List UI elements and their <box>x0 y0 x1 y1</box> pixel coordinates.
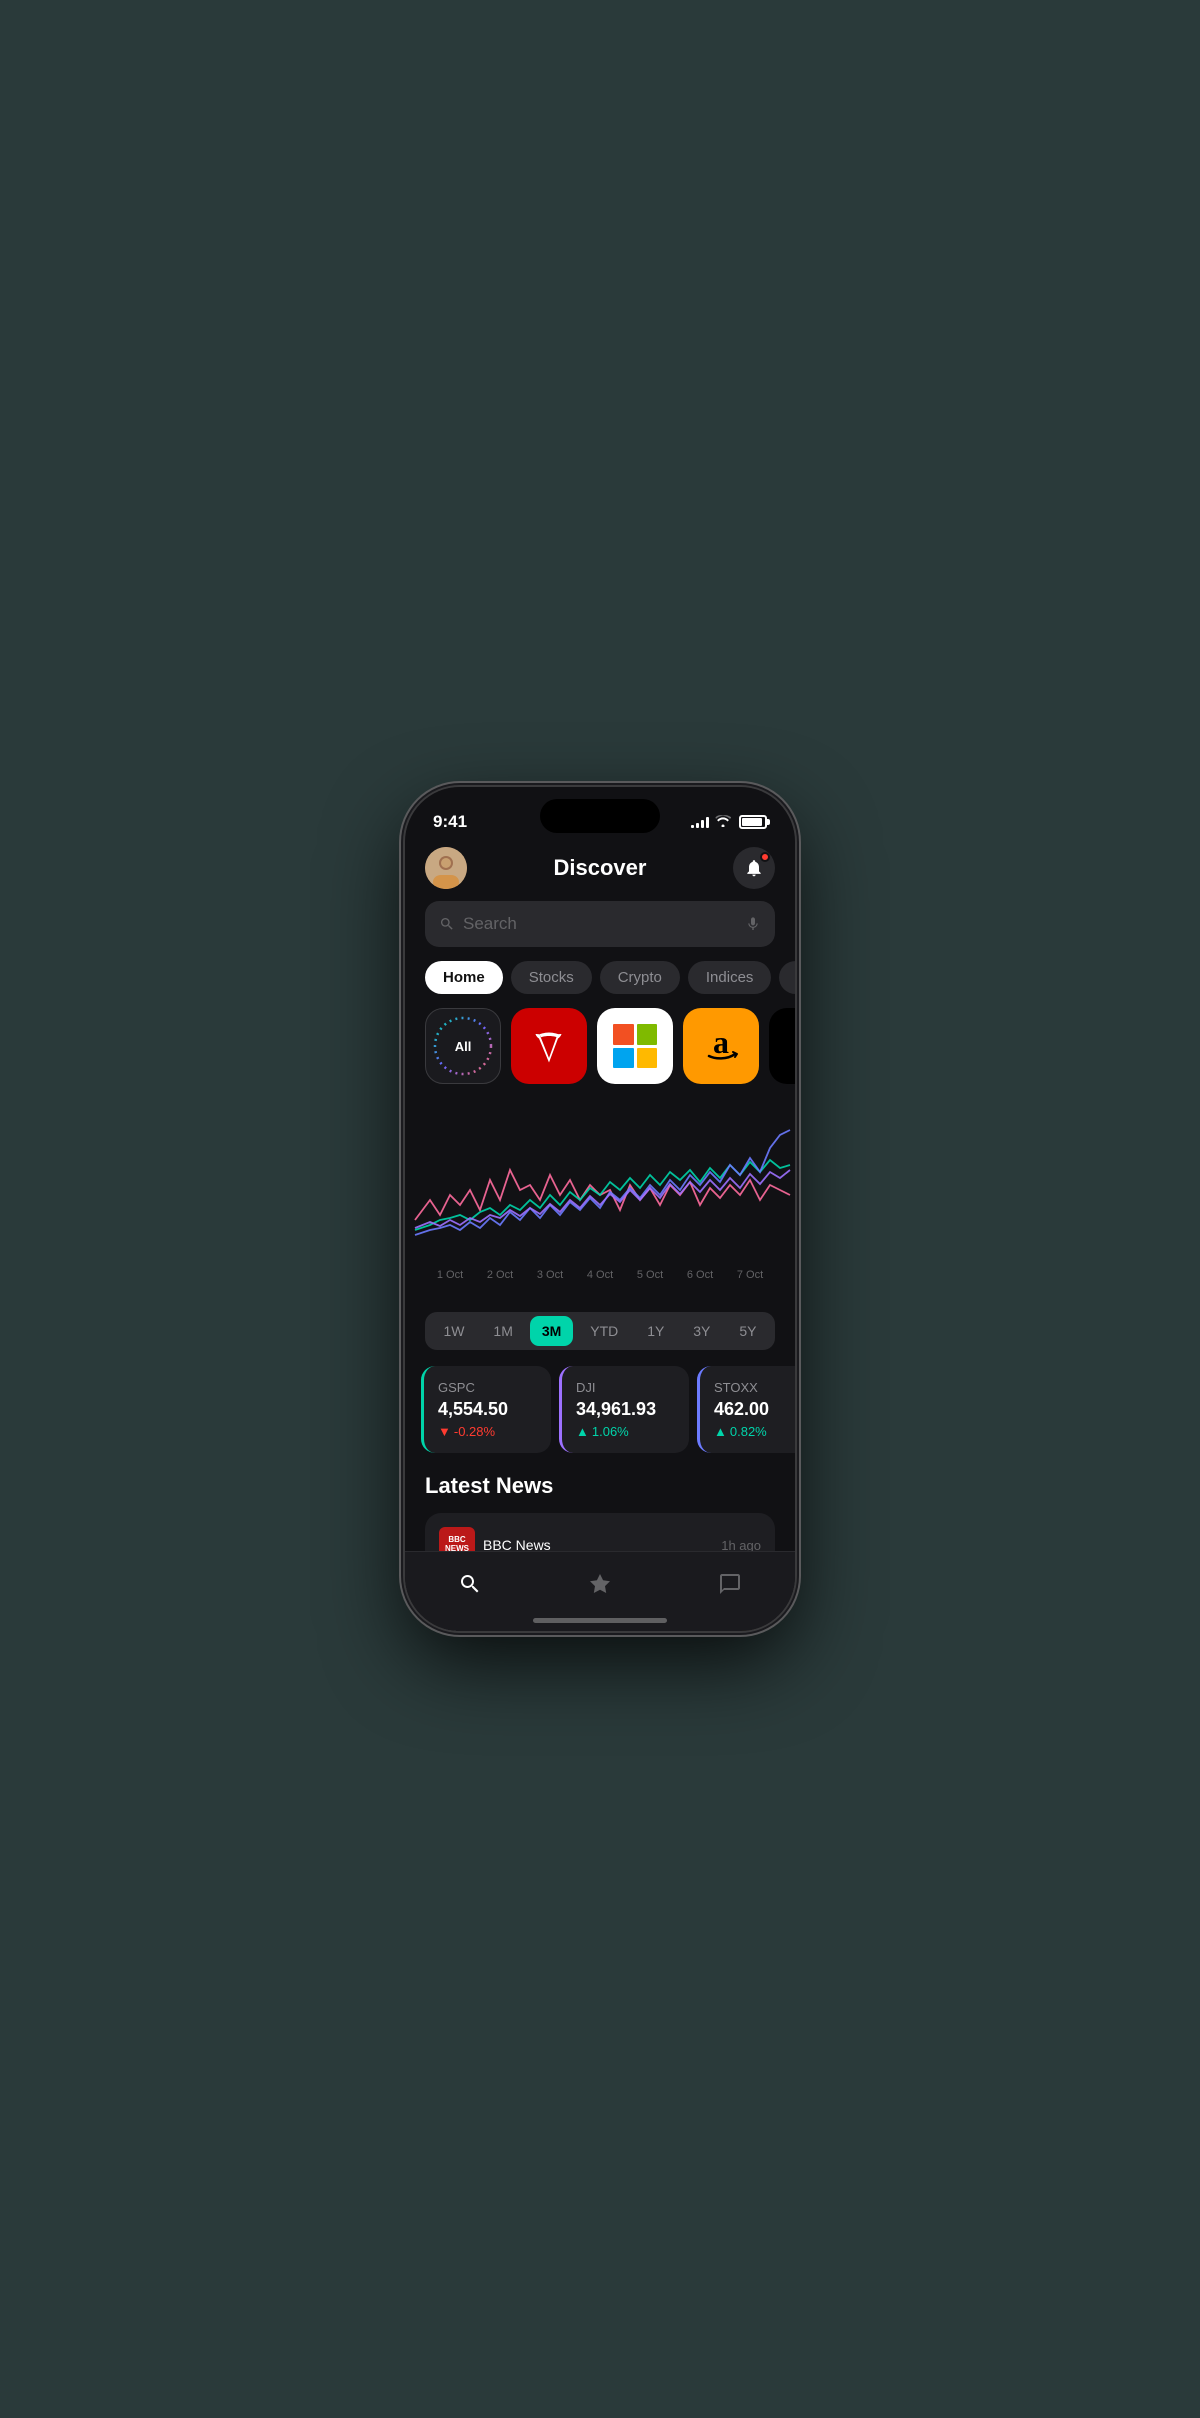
home-indicator <box>533 1618 667 1623</box>
amazon-logo: a <box>697 1022 745 1070</box>
stock-chart: 1 Oct 2 Oct 3 Oct 4 Oct 5 Oct 6 Oct 7 Oc… <box>405 1100 795 1300</box>
search-bar[interactable]: Search <box>425 901 775 947</box>
stat-change-dji: ▲ 1.06% <box>576 1424 675 1439</box>
wifi-icon <box>715 814 731 830</box>
stat-card-gspc[interactable]: GSPC 4,554.50 ▼ -0.28% <box>421 1366 551 1453</box>
chart-label-2: 2 Oct <box>487 1269 513 1281</box>
svg-text:a: a <box>713 1024 729 1060</box>
nav-messages[interactable] <box>698 1564 762 1604</box>
phone-frame: 9:41 <box>405 787 795 1631</box>
time-btn-3y[interactable]: 3Y <box>681 1316 722 1346</box>
stat-ticker-dji: DJI <box>576 1380 675 1395</box>
battery-icon <box>739 815 767 829</box>
microphone-icon[interactable] <box>745 916 761 932</box>
stock-icon-tesla[interactable] <box>511 1008 587 1084</box>
avatar[interactable] <box>425 847 467 889</box>
tab-home[interactable]: Home <box>425 961 503 994</box>
filter-tabs: Home Stocks Crypto Indices Forex <box>405 961 795 1008</box>
time-btn-1y[interactable]: 1Y <box>635 1316 676 1346</box>
stock-icon-amazon[interactable]: a <box>683 1008 759 1084</box>
bell-icon <box>744 858 764 878</box>
chart-label-5: 5 Oct <box>637 1269 663 1281</box>
time-btn-1m[interactable]: 1M <box>481 1316 524 1346</box>
chart-label-4: 4 Oct <box>587 1269 613 1281</box>
chart-date-labels: 1 Oct 2 Oct 3 Oct 4 Oct 5 Oct 6 Oct 7 Oc… <box>405 1265 795 1281</box>
chart-label-1: 1 Oct <box>437 1269 463 1281</box>
search-nav-icon <box>458 1572 482 1596</box>
nav-watchlist[interactable] <box>568 1564 632 1604</box>
time-btn-5y[interactable]: 5Y <box>727 1316 768 1346</box>
chart-label-7: 7 Oct <box>737 1269 763 1281</box>
market-stats: GSPC 4,554.50 ▼ -0.28% DJI 34,961.93 ▲ 1… <box>405 1362 795 1457</box>
phone-screen: 9:41 <box>405 787 795 1631</box>
all-label: All <box>455 1039 472 1054</box>
chart-label-6: 6 Oct <box>687 1269 713 1281</box>
time-btn-1w[interactable]: 1W <box>431 1316 476 1346</box>
dynamic-island <box>540 799 660 833</box>
stat-value-dji: 34,961.93 <box>576 1399 675 1420</box>
stat-change-stoxx: ▲ 0.82% <box>714 1424 795 1439</box>
main-content: Discover Search <box>405 841 795 1631</box>
tesla-logo <box>527 1024 571 1068</box>
tab-indices[interactable]: Indices <box>688 961 772 994</box>
notification-button[interactable] <box>733 847 775 889</box>
bottom-nav <box>405 1551 795 1631</box>
chart-label-3: 3 Oct <box>537 1269 563 1281</box>
nav-search[interactable] <box>438 1564 502 1604</box>
stat-ticker-gspc: GSPC <box>438 1380 537 1395</box>
tab-stocks[interactable]: Stocks <box>511 961 592 994</box>
tab-forex[interactable]: Forex <box>779 961 795 994</box>
stock-icon-all[interactable]: All <box>425 1008 501 1084</box>
stat-card-stoxx[interactable]: STOXX 462.00 ▲ 0.82% <box>697 1366 795 1453</box>
stat-value-gspc: 4,554.50 <box>438 1399 537 1420</box>
stat-value-stoxx: 462.00 <box>714 1399 795 1420</box>
signal-strength-icon <box>691 816 709 828</box>
time-selector: 1W 1M 3M YTD 1Y 3Y 5Y <box>425 1312 775 1350</box>
tab-crypto[interactable]: Crypto <box>600 961 680 994</box>
status-time: 9:41 <box>433 812 467 832</box>
status-icons <box>691 814 767 830</box>
chart-svg <box>405 1100 795 1260</box>
page-title: Discover <box>554 855 647 881</box>
search-placeholder: Search <box>463 914 737 934</box>
search-icon <box>439 916 455 932</box>
stat-card-dji[interactable]: DJI 34,961.93 ▲ 1.06% <box>559 1366 689 1453</box>
time-btn-ytd[interactable]: YTD <box>578 1316 630 1346</box>
notification-badge <box>760 852 770 862</box>
microsoft-logo <box>613 1024 657 1068</box>
stat-ticker-stoxx: STOXX <box>714 1380 795 1395</box>
apple-logo <box>787 1026 795 1066</box>
message-nav-icon <box>718 1572 742 1596</box>
time-btn-3m[interactable]: 3M <box>530 1316 573 1346</box>
latest-news-title: Latest News <box>425 1473 775 1499</box>
stat-change-gspc: ▼ -0.28% <box>438 1424 537 1439</box>
page-header: Discover <box>405 841 795 901</box>
stock-icon-microsoft[interactable] <box>597 1008 673 1084</box>
star-nav-icon <box>588 1572 612 1596</box>
stock-icons-row: All <box>405 1008 795 1084</box>
stock-icon-apple[interactable] <box>769 1008 795 1084</box>
